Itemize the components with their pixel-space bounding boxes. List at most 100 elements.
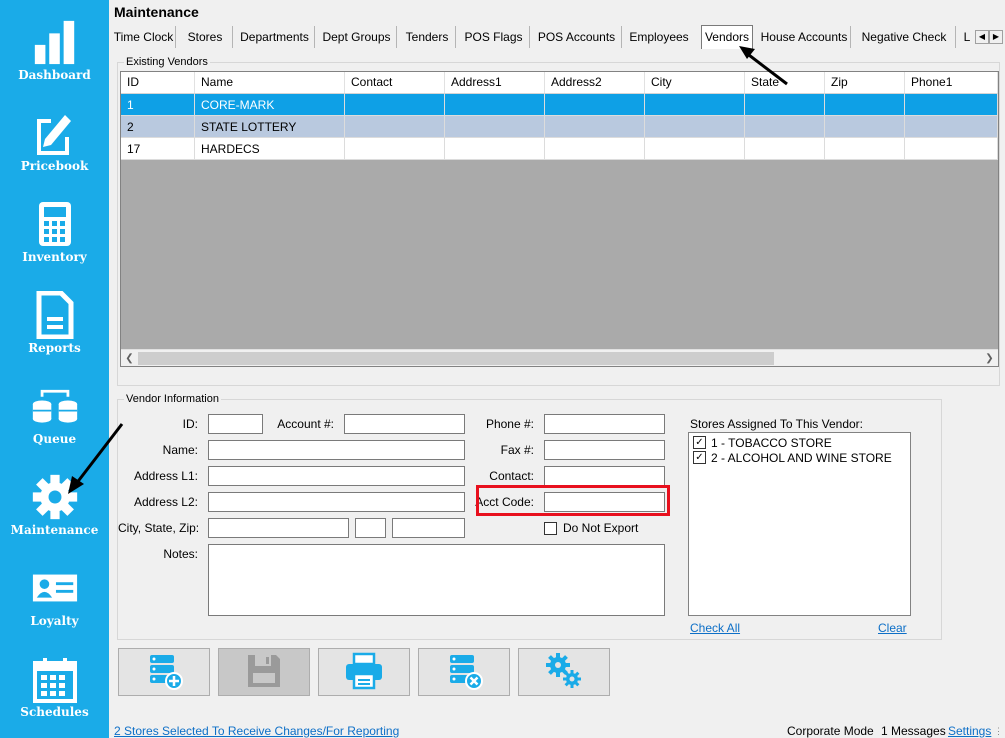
scroll-right-icon[interactable]: ❯ bbox=[981, 350, 998, 366]
stores-selected-link[interactable]: 2 Stores Selected To Receive Changes/For… bbox=[114, 724, 399, 738]
store-label: 2 - ALCOHOL AND WINE STORE bbox=[711, 450, 892, 465]
cell-id: 1 bbox=[121, 94, 195, 116]
name-field[interactable] bbox=[208, 440, 465, 460]
sidebar-item-reports[interactable]: Reports bbox=[0, 273, 109, 364]
tab-departments[interactable]: Departments bbox=[235, 26, 315, 48]
cell-name: HARDECS bbox=[195, 138, 345, 160]
account-label: Account #: bbox=[277, 417, 334, 431]
scroll-left-icon[interactable]: ❮ bbox=[121, 350, 138, 366]
column-header[interactable]: State bbox=[745, 72, 825, 93]
sidebar-item-label: Maintenance bbox=[10, 523, 99, 537]
stores-list: ✓ 1 - TOBACCO STORE ✓ 2 - ALCOHOL AND WI… bbox=[688, 432, 911, 616]
table-row[interactable]: 2 STATE LOTTERY bbox=[121, 116, 998, 138]
delete-vendor-button[interactable] bbox=[418, 648, 510, 696]
cell-city bbox=[645, 94, 745, 116]
id-field[interactable] bbox=[208, 414, 263, 434]
fax-field[interactable] bbox=[544, 440, 665, 460]
address2-field[interactable] bbox=[208, 492, 465, 512]
cell-contact bbox=[345, 116, 445, 138]
clear-link[interactable]: Clear bbox=[878, 621, 907, 635]
tab-vendors[interactable]: Vendors bbox=[701, 25, 753, 49]
state-field[interactable] bbox=[355, 518, 386, 538]
stores-assigned-label: Stores Assigned To This Vendor: bbox=[690, 417, 863, 431]
checkbox-checked-icon[interactable]: ✓ bbox=[693, 436, 706, 449]
document-icon bbox=[31, 291, 79, 339]
floppy-disk-icon bbox=[246, 653, 282, 692]
tab-time-clock[interactable]: Time Clock bbox=[112, 26, 176, 48]
column-header[interactable]: Zip bbox=[825, 72, 905, 93]
column-header[interactable]: Name bbox=[195, 72, 345, 93]
phone-field[interactable] bbox=[544, 414, 665, 434]
tab-employees[interactable]: Employees bbox=[624, 26, 694, 48]
tab-scroll-right-button[interactable]: ▶ bbox=[989, 30, 1003, 44]
table-row[interactable]: 1 CORE-MARK bbox=[121, 94, 998, 116]
fax-label: Fax #: bbox=[500, 443, 534, 457]
messages-status[interactable]: 1 Messages bbox=[881, 724, 946, 738]
sidebar-item-label: Dashboard bbox=[18, 68, 91, 82]
bar-chart-icon bbox=[31, 18, 79, 66]
tab-dept-groups[interactable]: Dept Groups bbox=[317, 26, 397, 48]
notes-field[interactable] bbox=[208, 544, 665, 616]
column-header[interactable]: Address1 bbox=[445, 72, 545, 93]
sidebar-item-label: Schedules bbox=[20, 705, 89, 719]
column-header[interactable]: City bbox=[645, 72, 745, 93]
cell-address2 bbox=[545, 138, 645, 160]
cell-address2 bbox=[545, 94, 645, 116]
tab-overflow[interactable]: L bbox=[962, 26, 972, 48]
tab-pos-accounts[interactable]: POS Accounts bbox=[532, 26, 622, 48]
store-item[interactable]: ✓ 1 - TOBACCO STORE bbox=[693, 435, 832, 450]
tab-stores[interactable]: Stores bbox=[178, 26, 233, 48]
column-header[interactable]: Phone1 bbox=[905, 72, 998, 93]
panel-legend: Vendor Information bbox=[124, 393, 221, 406]
settings-link[interactable]: Settings bbox=[948, 724, 991, 738]
address1-field[interactable] bbox=[208, 466, 465, 486]
cell-name: CORE-MARK bbox=[195, 94, 345, 116]
acct-code-highlight bbox=[476, 485, 670, 516]
save-button[interactable] bbox=[218, 648, 310, 696]
tab-scroll-left-button[interactable]: ◀ bbox=[975, 30, 989, 44]
scrollbar-thumb[interactable] bbox=[138, 352, 774, 365]
sidebar-item-schedules[interactable]: Schedules bbox=[0, 637, 109, 728]
sidebar-item-loyalty[interactable]: Loyalty bbox=[0, 546, 109, 637]
vendors-grid[interactable]: ID Name Contact Address1 Address2 City S… bbox=[120, 71, 999, 367]
do-not-export-checkbox[interactable] bbox=[544, 522, 557, 535]
column-header[interactable]: Address2 bbox=[545, 72, 645, 93]
horizontal-scrollbar[interactable]: ❮ ❯ bbox=[121, 349, 998, 366]
sidebar-item-pricebook[interactable]: Pricebook bbox=[0, 91, 109, 182]
tab-negative-check[interactable]: Negative Check bbox=[853, 26, 956, 48]
settings-button[interactable] bbox=[518, 648, 610, 696]
sidebar-item-maintenance[interactable]: Maintenance bbox=[0, 455, 109, 546]
column-header[interactable]: Contact bbox=[345, 72, 445, 93]
contact-label: Contact: bbox=[489, 469, 534, 483]
store-item[interactable]: ✓ 2 - ALCOHOL AND WINE STORE bbox=[693, 450, 892, 465]
page-title: Maintenance bbox=[114, 4, 199, 20]
sidebar-item-dashboard[interactable]: Dashboard bbox=[0, 0, 109, 91]
database-sync-icon bbox=[31, 382, 79, 430]
resize-grip-icon[interactable]: ⋮ bbox=[994, 726, 1003, 737]
calendar-icon bbox=[31, 655, 79, 703]
add-vendor-button[interactable] bbox=[118, 648, 210, 696]
contact-field[interactable] bbox=[544, 466, 665, 486]
checkbox-checked-icon[interactable]: ✓ bbox=[693, 451, 706, 464]
tab-tenders[interactable]: Tenders bbox=[399, 26, 456, 48]
sidebar-item-inventory[interactable]: Inventory bbox=[0, 182, 109, 273]
cell-phone1 bbox=[905, 116, 998, 138]
print-button[interactable] bbox=[318, 648, 410, 696]
store-label: 1 - TOBACCO STORE bbox=[711, 435, 832, 450]
column-header[interactable]: ID bbox=[121, 72, 195, 93]
document-edit-icon bbox=[31, 109, 79, 157]
mode-status: Corporate Mode bbox=[787, 724, 874, 738]
tab-house-accounts[interactable]: House Accounts bbox=[758, 26, 851, 48]
city-field[interactable] bbox=[208, 518, 349, 538]
check-all-link[interactable]: Check All bbox=[690, 621, 740, 635]
sidebar: Dashboard Pricebook Inventory Reports Qu… bbox=[0, 0, 109, 738]
cell-name: STATE LOTTERY bbox=[195, 116, 345, 138]
table-row[interactable]: 17 HARDECS bbox=[121, 138, 998, 160]
cell-contact bbox=[345, 138, 445, 160]
sidebar-item-queue[interactable]: Queue bbox=[0, 364, 109, 455]
zip-field[interactable] bbox=[392, 518, 465, 538]
account-field[interactable] bbox=[344, 414, 465, 434]
tab-pos-flags[interactable]: POS Flags bbox=[458, 26, 530, 48]
address2-label: Address L2: bbox=[133, 495, 198, 509]
id-card-icon bbox=[31, 564, 79, 612]
